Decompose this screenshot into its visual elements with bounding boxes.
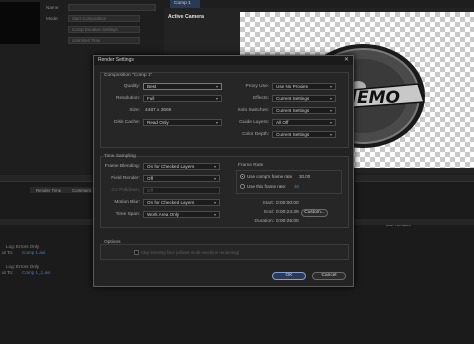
resolution-select[interactable]: Full [143,95,222,102]
log-label-1: Log: [6,244,15,249]
use-comp-rate-value: 30.00 [299,174,311,179]
field-render-select[interactable]: Off [143,175,220,182]
ok-button[interactable]: OK [272,272,306,280]
proxy-use-select[interactable]: Use No Proxies [272,83,336,90]
end-label: End: [264,210,274,215]
duration-value: 0:00:25:00 [276,219,299,224]
color-depth-label: Color Depth: [242,132,269,137]
motion-blur-label: Motion Blur: [114,200,140,205]
output-to-label-1: ut To: [2,250,14,255]
cancel-button[interactable]: Cancel [312,272,346,280]
comp-duration-settings-field[interactable]: Comp Duration Settings [68,26,140,33]
close-icon[interactable]: ✕ [344,57,349,64]
dialog-title: Render Settings [98,57,134,63]
project-mode-field[interactable]: Start Composition [68,15,140,22]
footage-thumbnail [0,2,40,44]
project-name-field[interactable] [68,4,156,11]
end-value: 0:00:24:29 [276,210,299,215]
project-name-label: Name: [46,5,60,10]
output-link-1[interactable]: Comp 1.avi [22,250,45,255]
log-label-2: Log: [6,264,15,269]
use-this-rate-label: Use this frame rate: [247,184,287,189]
use-comp-rate-radio[interactable] [240,174,245,179]
effects-select[interactable]: Current Settings [272,95,336,102]
start-value: 0:00:00:00 [276,201,299,206]
composition-group-title: Composition "Comp 1" [104,73,153,78]
start-label: Start: [262,201,274,206]
solo-switches-label: Solo Switches: [237,108,269,113]
time-sampling-title: Time Sampling [104,154,136,159]
output-to-label-2: ut To: [2,270,14,275]
use-this-rate-radio[interactable] [240,184,245,189]
disk-cache-label: Disk Cache: [114,120,140,125]
resolution-label: Resolution: [116,96,140,101]
pulldown-select: Off [143,187,220,194]
quality-select[interactable]: Best [143,83,222,90]
output-link-2[interactable]: Comp 1_1.avi [22,270,50,275]
render-settings-dialog: Render Settings ✕ Composition "Comp 1" Q… [93,55,354,287]
log-value-2[interactable]: Errors Only [16,264,39,269]
proxy-use-label: Proxy Use: [245,84,269,89]
skip-existing-checkbox[interactable] [134,250,139,255]
size-value: 4487 x 3666 [145,108,172,113]
motion-blur-select[interactable]: On for Checked Layers [143,199,220,206]
frame-blending-select[interactable]: On for Checked Layers [143,163,220,170]
guide-layers-label: Guide Layers: [239,120,269,125]
quality-label: Quality: [123,84,140,89]
size-label: Size: [129,108,140,113]
disk-cache-select[interactable]: Read Only [143,119,222,126]
color-depth-select[interactable]: Current Settings [272,131,336,138]
project-mode-label: Mode: [46,16,59,21]
field-render-label: Field Render: [111,176,140,181]
guide-layers-select[interactable]: All Off [272,119,336,126]
frame-blending-label: Frame Blending: [104,164,140,169]
options-title: Options [104,240,121,245]
custom-button[interactable]: Custom... [301,209,328,217]
time-span-label: Time Span: [115,212,140,217]
effects-label: Effects: [253,96,269,101]
pulldown-label: 3:2 Pulldown: [111,188,140,193]
tab-comp-1[interactable]: Comp 1 [170,0,200,8]
use-comp-rate-label: Use comp's frame rate [247,174,293,179]
solo-switches-select[interactable]: Current Settings [272,107,336,114]
time-span-select[interactable]: Work Area Only [143,211,220,218]
skip-existing-label: Skip existing files (allows multi-machin… [141,250,240,255]
active-camera-label: Active Camera [168,14,205,20]
frame-rate-title: Frame Rate [238,163,264,168]
render-time-header: Render Time [36,188,62,193]
dialog-title-bar[interactable]: Render Settings [94,56,353,65]
duration-label: Duration: [254,219,274,224]
use-this-rate-value[interactable]: 30 [294,183,299,190]
unlimited-time-field[interactable]: Unlimited Time [68,37,140,44]
comment-header: Comment [72,188,92,193]
log-value-1[interactable]: Errors Only [16,244,39,249]
